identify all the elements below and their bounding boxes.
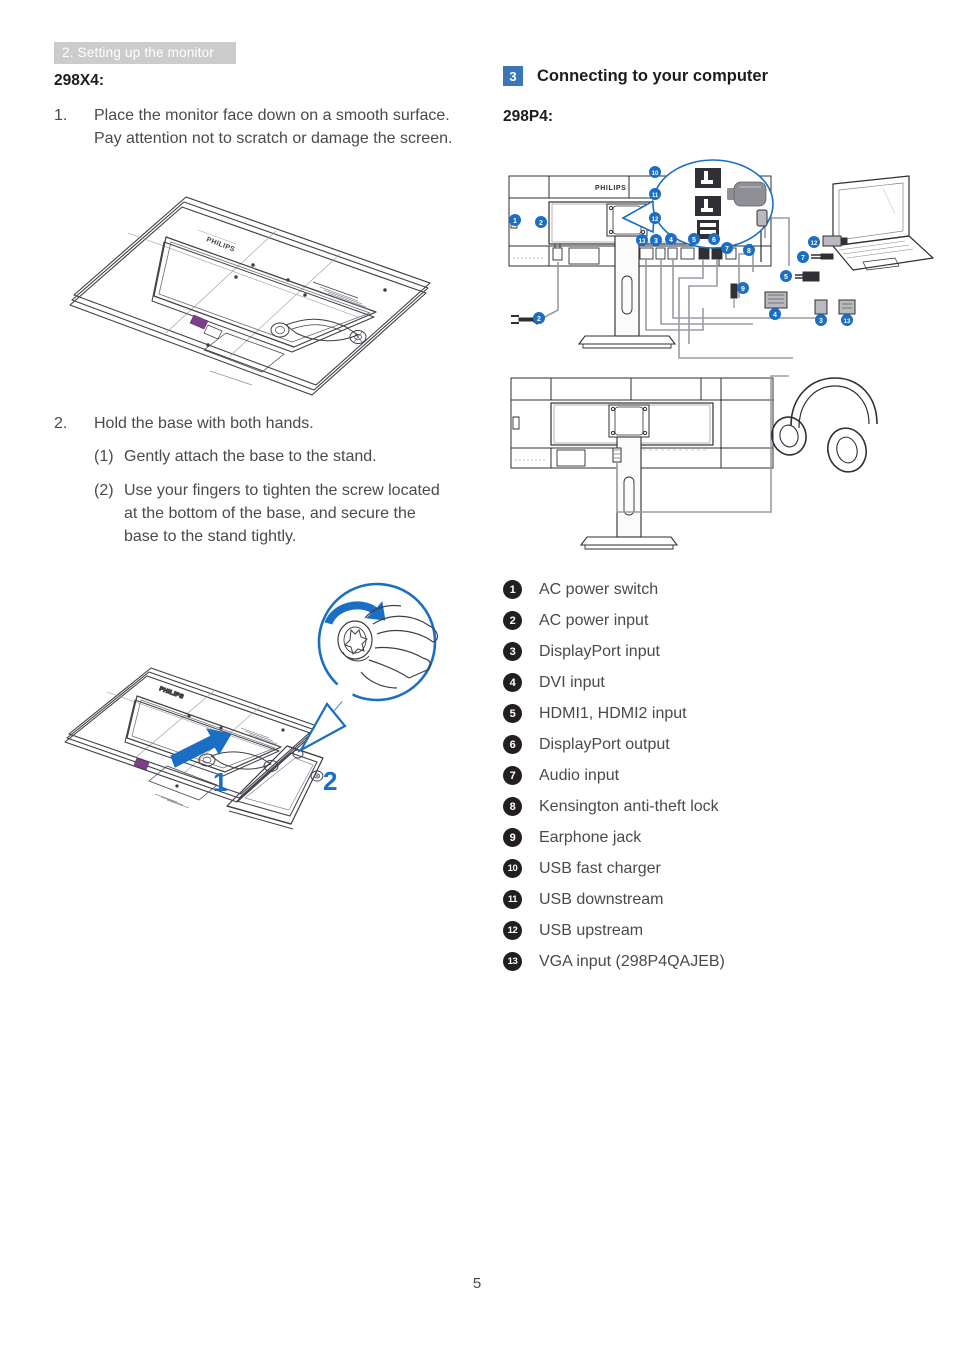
monitor-face-down-illustration: PHILIPS: [58, 185, 458, 400]
legend-badge-10: 10: [503, 859, 522, 878]
chapter-banner: 2. Setting up the monitor: [54, 42, 237, 64]
svg-text:5: 5: [692, 237, 696, 244]
svg-text:13: 13: [844, 319, 851, 325]
svg-text:1: 1: [213, 767, 227, 797]
legend-label-10: USB fast charger: [539, 859, 661, 877]
svg-text:9: 9: [741, 286, 745, 293]
screw-tighten-magnifier: [298, 582, 439, 753]
legend-label-9: Earphone jack: [539, 828, 642, 846]
legend-item-12: 12 USB upstream: [503, 915, 903, 946]
svg-text:6: 6: [712, 237, 716, 244]
legend-label-13: VGA input (298P4QAJEB): [539, 952, 725, 970]
headphones-illustration: [771, 377, 878, 473]
legend-item-13: 13 VGA input (298P4QAJEB): [503, 946, 903, 977]
legend-badge-11: 11: [503, 890, 522, 909]
step-1-text: Place the monitor face down on a smooth …: [94, 107, 453, 148]
substep-1-text: Gently attach the base to the stand.: [124, 448, 377, 466]
right-column: 3 Connecting to your computer 298P4:: [503, 66, 903, 140]
substep-2: (2) Use your fingers to tighten the scre…: [54, 479, 454, 549]
legend-badge-12: 12: [503, 921, 522, 940]
legend-badge-2: 2: [503, 611, 522, 630]
svg-text:8: 8: [747, 248, 751, 255]
legend-item-4: 4 DVI input: [503, 667, 903, 698]
legend-item-9: 9 Earphone jack: [503, 822, 903, 853]
svg-text:12: 12: [811, 241, 818, 247]
manual-page: 2. Setting up the monitor 298X4: 1. Plac…: [0, 0, 954, 1354]
model-heading-298x4: 298X4:: [54, 72, 104, 89]
step-2: 2. Hold the base with both hands.: [54, 412, 454, 435]
svg-text:3: 3: [819, 318, 823, 325]
legend-badge-1: 1: [503, 580, 522, 599]
substep-2-text: Use your fingers to tighten the screw lo…: [124, 481, 440, 546]
monitor-rear-connections-diagram: PHILIPS 1 2 2 13 3 4 5 6 7 8 9 10 11 12 …: [503, 158, 943, 373]
legend-label-11: USB downstream: [539, 890, 664, 908]
legend-label-3: DisplayPort input: [539, 642, 660, 660]
legend-label-12: USB upstream: [539, 921, 644, 939]
legend-badge-8: 8: [503, 797, 522, 816]
svg-text:2: 2: [539, 220, 543, 227]
left-column: 298X4: 1. Place the monitor face down on…: [54, 72, 454, 157]
legend-badge-7: 7: [503, 766, 522, 785]
legend-badge-13: 13: [503, 952, 522, 971]
section-heading: 3 Connecting to your computer: [503, 66, 903, 86]
legend-item-5: 5 HDMI1, HDMI2 input: [503, 698, 903, 729]
legend-item-10: 10 USB fast charger: [503, 853, 903, 884]
svg-text:13: 13: [639, 239, 646, 245]
svg-text:11: 11: [652, 193, 659, 199]
svg-text:2: 2: [323, 766, 337, 796]
svg-text:PHILIPS: PHILIPS: [595, 185, 626, 192]
monitor-rear-earphone-diagram: [503, 370, 903, 565]
legend-badge-5: 5: [503, 704, 522, 723]
substep-1: (1) Gently attach the base to the stand.: [54, 445, 454, 468]
svg-text:PHILIPS: PHILIPS: [205, 236, 236, 253]
laptop-illustration: [832, 175, 934, 271]
section-number-badge: 3: [503, 66, 523, 86]
attach-base-illustration: PHILIPS 1 2: [55, 578, 455, 833]
legend-label-7: Audio input: [539, 766, 620, 784]
substep-1-number: (1): [94, 448, 114, 466]
svg-text:5: 5: [784, 274, 788, 281]
port-legend-list: 1 AC power switch 2 AC power input 3 Dis…: [503, 574, 903, 977]
legend-badge-3: 3: [503, 642, 522, 661]
legend-label-5: HDMI1, HDMI2 input: [539, 704, 687, 722]
legend-item-2: 2 AC power input: [503, 605, 903, 636]
svg-text:7: 7: [725, 246, 729, 253]
legend-label-1: AC power switch: [539, 580, 659, 598]
substep-2-number: (2): [94, 481, 114, 499]
svg-text:12: 12: [652, 217, 659, 223]
svg-text:1: 1: [513, 218, 517, 225]
model-heading-298p4: 298P4:: [503, 108, 553, 125]
svg-text:PHILIPS: PHILIPS: [158, 686, 184, 700]
step-1-number: 1.: [54, 107, 68, 124]
legend-item-6: 6 DisplayPort output: [503, 729, 903, 760]
legend-item-3: 3 DisplayPort input: [503, 636, 903, 667]
svg-text:2: 2: [537, 316, 541, 323]
svg-text:4: 4: [773, 312, 777, 319]
legend-label-8: Kensington anti-theft lock: [539, 797, 719, 815]
step-2-number: 2.: [54, 415, 68, 432]
svg-text:3: 3: [654, 238, 658, 245]
section-title: Connecting to your computer: [537, 66, 768, 85]
legend-item-8: 8 Kensington anti-theft lock: [503, 791, 903, 822]
legend-label-2: AC power input: [539, 611, 649, 629]
legend-item-7: 7 Audio input: [503, 760, 903, 791]
step-2-text: Hold the base with both hands.: [94, 415, 314, 432]
marker-1: 1: [213, 767, 227, 797]
svg-text:10: 10: [652, 171, 659, 177]
svg-text:4: 4: [669, 237, 673, 244]
legend-label-6: DisplayPort output: [539, 735, 670, 753]
legend-badge-6: 6: [503, 735, 522, 754]
legend-badge-9: 9: [503, 828, 522, 847]
left-column-step2: 2. Hold the base with both hands. (1) Ge…: [54, 412, 454, 549]
legend-item-11: 11 USB downstream: [503, 884, 903, 915]
page-number: 5: [472, 1275, 482, 1292]
legend-badge-4: 4: [503, 673, 522, 692]
step-1: 1. Place the monitor face down on a smoo…: [54, 104, 454, 151]
legend-item-1: 1 AC power switch: [503, 574, 903, 605]
legend-label-4: DVI input: [539, 673, 605, 691]
svg-text:7: 7: [801, 255, 805, 262]
marker-2: 2: [323, 766, 337, 796]
